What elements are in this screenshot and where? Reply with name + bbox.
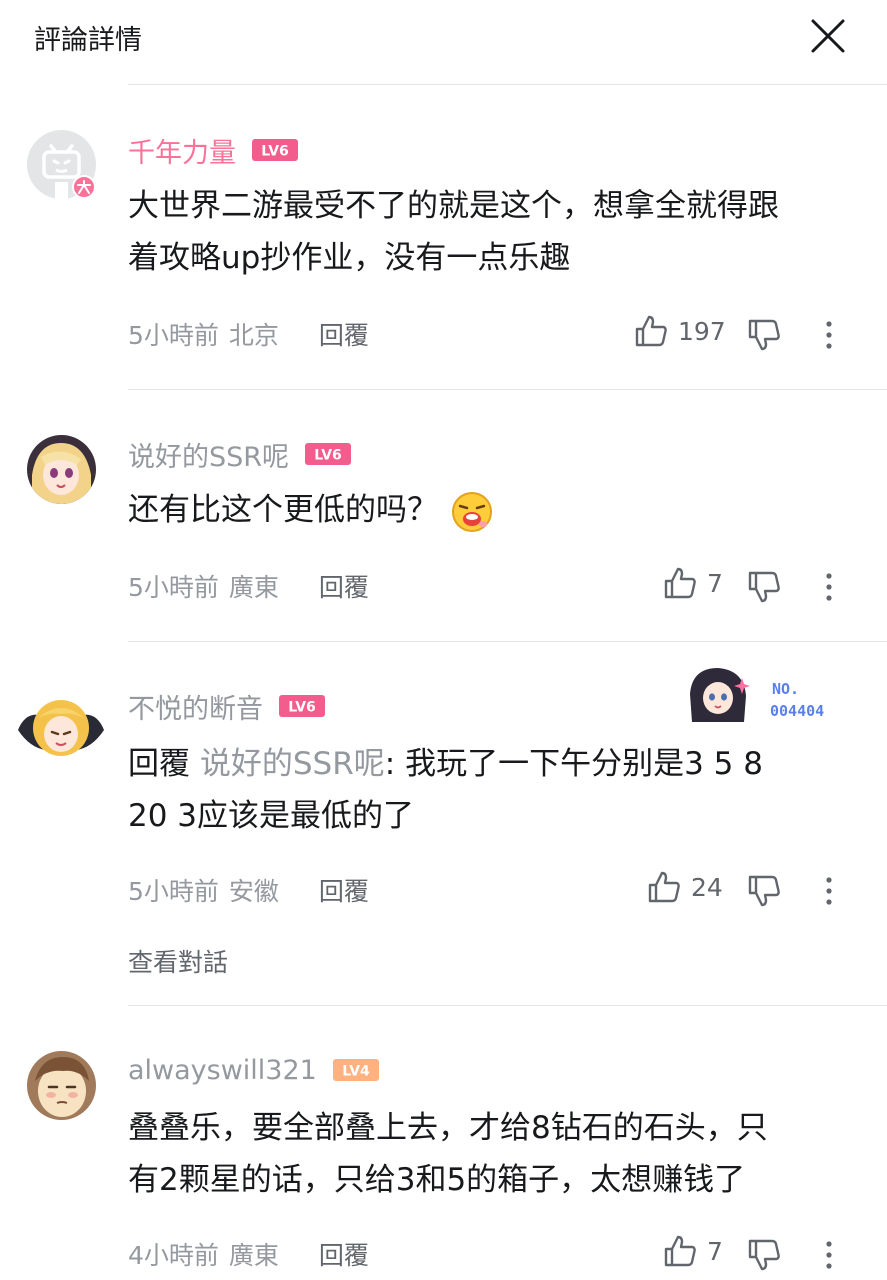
comment-line: : 我玩了一下午分别是3 5 8 — [384, 746, 763, 782]
more-options-button[interactable] — [815, 874, 843, 912]
comment-time: 4小時前 — [128, 1241, 219, 1270]
more-vertical-icon — [826, 877, 832, 905]
header: 評論詳情 — [0, 0, 887, 84]
comment-text: 大世界二游最受不了的就是这个，想拿全就得跟 着攻略up抄作业，没有一点乐趣 — [128, 180, 848, 284]
dislike-button[interactable] — [747, 318, 781, 356]
thumbs-down-icon — [748, 1239, 780, 1271]
reply-to-username[interactable]: 说好的SSR呢 — [200, 746, 385, 782]
badge-label: NO. — [772, 680, 800, 698]
divider — [128, 389, 887, 390]
comment-time: 5小時前 — [128, 573, 219, 602]
thumbs-up-icon — [664, 567, 696, 599]
like-button[interactable]: 7 — [663, 566, 723, 600]
more-vertical-icon — [826, 1241, 832, 1269]
reply-button[interactable]: 回覆 — [319, 872, 369, 908]
comment-text: 还有比这个更低的吗？ — [128, 484, 848, 536]
username[interactable]: 千年力量 — [128, 131, 236, 170]
reply-button[interactable]: 回覆 — [319, 568, 369, 604]
vip-badge-icon — [72, 175, 96, 199]
comment-location: 廣東 — [228, 1241, 279, 1270]
like-count: 197 — [678, 316, 726, 346]
username[interactable]: alwayswill321 — [128, 1055, 317, 1086]
comment-line: 叠叠乐，要全部叠上去，才给8钻石的石头，只 — [128, 1110, 768, 1146]
page-title: 評論詳情 — [34, 25, 142, 56]
comment-line: 着攻略up抄作业，没有一点乐趣 — [128, 240, 571, 276]
username[interactable]: 不悦的断音 — [128, 687, 263, 726]
more-vertical-icon — [826, 321, 832, 349]
winged-anime-avatar-icon — [18, 700, 104, 756]
more-options-button[interactable] — [815, 318, 843, 356]
more-options-button[interactable] — [815, 570, 843, 608]
thumbs-up-icon — [635, 315, 667, 347]
level-badge-icon: LV6 — [252, 139, 298, 161]
comment-line: 20 3应该是最低的了 — [128, 798, 415, 834]
cartoon-face-avatar-icon — [27, 1051, 96, 1120]
username[interactable]: 说好的SSR呢 — [128, 435, 289, 474]
dislike-button[interactable] — [747, 874, 781, 912]
fan-badge: NO. 004404 — [684, 664, 854, 728]
anime-girl-avatar-icon — [27, 435, 96, 504]
comment-location: 廣東 — [228, 573, 279, 602]
svg-text:LV6: LV6 — [314, 448, 342, 464]
comment-line: 大世界二游最受不了的就是这个，想拿全就得跟 — [128, 188, 779, 224]
thumbs-up-icon — [648, 871, 680, 903]
divider — [128, 641, 887, 642]
level-badge-icon: LV6 — [305, 443, 352, 465]
anime-girl-badge-icon — [690, 668, 750, 722]
level-badge-icon: LV6 — [279, 695, 325, 717]
drooling-emoji-icon — [451, 491, 492, 532]
close-button[interactable] — [806, 14, 850, 58]
svg-text:LV6: LV6 — [261, 144, 289, 160]
comment-time: 5小時前 — [128, 321, 219, 350]
comment-line: 还有比这个更低的吗？ — [128, 492, 438, 528]
like-button[interactable]: 7 — [663, 1234, 723, 1268]
svg-text:LV6: LV6 — [288, 700, 316, 716]
level-badge-icon: LV4 — [332, 1059, 379, 1081]
thumbs-down-icon — [748, 319, 780, 351]
reply-button[interactable]: 回覆 — [319, 1236, 369, 1272]
header-divider — [128, 84, 887, 85]
like-count: 24 — [691, 872, 723, 902]
comment-location: 北京 — [228, 321, 279, 350]
comment-line: 有2颗星的话，只给3和5的箱子，太想赚钱了 — [128, 1162, 746, 1198]
comment-text: 回覆 说好的SSR呢: 我玩了一下午分别是3 5 8 20 3应该是最低的了 — [128, 738, 848, 842]
reply-button[interactable]: 回覆 — [319, 316, 369, 352]
thumbs-down-icon — [748, 571, 780, 603]
like-count: 7 — [707, 568, 723, 598]
avatar[interactable] — [27, 130, 96, 199]
like-button[interactable]: 24 — [647, 870, 723, 904]
comment-location: 安徽 — [228, 877, 279, 906]
dislike-button[interactable] — [747, 570, 781, 608]
divider — [128, 1005, 887, 1006]
dislike-button[interactable] — [747, 1238, 781, 1276]
svg-text:LV4: LV4 — [342, 1064, 370, 1080]
reply-prefix: 回覆 — [128, 746, 190, 782]
close-icon — [811, 19, 845, 53]
thumbs-down-icon — [748, 875, 780, 907]
comment-text: 叠叠乐，要全部叠上去，才给8钻石的石头，只 有2颗星的话，只给3和5的箱子，太想… — [128, 1102, 848, 1206]
like-count: 7 — [707, 1236, 723, 1266]
like-button[interactable]: 197 — [634, 314, 726, 348]
more-options-button[interactable] — [815, 1238, 843, 1276]
avatar[interactable] — [27, 1051, 96, 1120]
view-conversation-link[interactable]: 查看對話 — [128, 943, 228, 979]
badge-number: 004404 — [770, 702, 825, 720]
avatar[interactable] — [27, 435, 96, 504]
avatar[interactable] — [16, 690, 106, 770]
more-vertical-icon — [826, 573, 832, 601]
comment-time: 5小時前 — [128, 877, 219, 906]
thumbs-up-icon — [664, 1235, 696, 1267]
